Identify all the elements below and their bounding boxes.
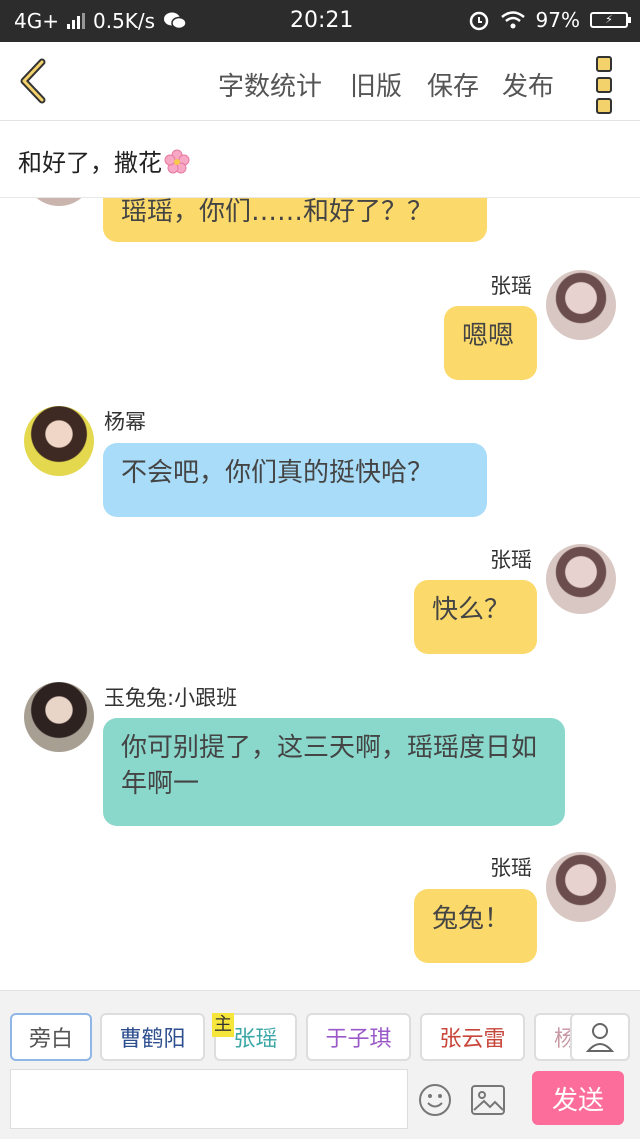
publish-button[interactable]: 发布 bbox=[502, 66, 554, 103]
character-chip[interactable]: 曹鹤阳 bbox=[100, 1013, 205, 1061]
wechat-icon bbox=[164, 12, 187, 30]
battery-icon: ⚡ bbox=[590, 12, 631, 28]
speaker-name: 玉兔兔:小跟班 bbox=[104, 686, 238, 710]
avatar[interactable] bbox=[546, 270, 616, 340]
avatar[interactable] bbox=[546, 544, 616, 614]
message-input[interactable] bbox=[10, 1069, 408, 1129]
back-icon[interactable] bbox=[18, 58, 48, 104]
chip-label: 张云雷 bbox=[439, 1027, 506, 1052]
chip-label: 曹鹤阳 bbox=[119, 1027, 186, 1052]
signal-icon bbox=[66, 13, 85, 29]
word-count-button[interactable]: 字数统计 bbox=[218, 66, 322, 103]
input-panel: 旁白 曹鹤阳 张瑶 主 于子琪 张云雷 杨 发送 bbox=[0, 990, 640, 1139]
speaker-name: 杨幂 bbox=[104, 410, 146, 434]
status-bar: 4G+ 0.5K/s 20:21 97% ⚡ bbox=[0, 0, 640, 42]
net-speed: 0.5K/s bbox=[92, 9, 156, 33]
character-chip[interactable]: 于子琪 bbox=[306, 1013, 411, 1061]
message-bubble: 瑶瑶，你们……和好了？？ bbox=[103, 198, 487, 242]
network-type: 4G+ bbox=[14, 9, 59, 33]
story-title-bar[interactable]: 和好了，撒花 bbox=[0, 121, 640, 198]
chip-label: 旁白 bbox=[28, 1027, 73, 1052]
character-chip-narration[interactable]: 旁白 bbox=[10, 1013, 92, 1061]
chat-area[interactable]: 瑶瑶，你们……和好了？？ 张瑶 嗯嗯 杨幂 不会吧，你们真的挺快哈？ 张瑶 快么… bbox=[0, 198, 640, 990]
image-icon[interactable] bbox=[470, 1083, 506, 1117]
character-manage-button[interactable] bbox=[570, 1013, 630, 1061]
speaker-name: 张瑶 bbox=[490, 274, 532, 298]
speaker-name: 张瑶 bbox=[490, 548, 532, 572]
avatar[interactable] bbox=[24, 406, 94, 476]
chip-label: 于子琪 bbox=[325, 1027, 392, 1052]
person-icon bbox=[585, 1023, 615, 1052]
character-chip[interactable]: 杨 bbox=[534, 1013, 576, 1061]
more-menu-icon[interactable] bbox=[596, 56, 614, 114]
cherry-blossom-icon bbox=[164, 149, 190, 174]
character-chip[interactable]: 张云雷 bbox=[420, 1013, 525, 1061]
clock: 20:21 bbox=[290, 8, 354, 33]
message-bubble: 兔兔！ bbox=[414, 889, 537, 963]
main-character-badge: 主 bbox=[212, 1013, 234, 1037]
avatar[interactable] bbox=[24, 682, 94, 752]
wifi-icon bbox=[500, 11, 525, 29]
emoji-icon[interactable] bbox=[418, 1083, 452, 1117]
speaker-name: 张瑶 bbox=[490, 856, 532, 880]
chip-label: 张瑶 bbox=[233, 1027, 278, 1052]
avatar[interactable] bbox=[546, 852, 616, 922]
message-bubble: 嗯嗯 bbox=[444, 306, 537, 380]
avatar[interactable] bbox=[24, 198, 94, 206]
top-toolbar: 字数统计 旧版 保存 发布 bbox=[0, 42, 640, 121]
message-bubble: 快么？ bbox=[414, 580, 537, 654]
send-button[interactable]: 发送 bbox=[532, 1071, 624, 1125]
battery-percent: 97% bbox=[535, 8, 580, 32]
message-bubble: 你可别提了，这三天啊，瑶瑶度日如年啊一 bbox=[103, 718, 565, 826]
save-button[interactable]: 保存 bbox=[427, 66, 479, 103]
alarm-icon bbox=[469, 11, 488, 31]
message-bubble: 不会吧，你们真的挺快哈？ bbox=[103, 443, 487, 517]
old-version-button[interactable]: 旧版 bbox=[350, 66, 402, 103]
story-title: 和好了，撒花 bbox=[18, 149, 162, 177]
